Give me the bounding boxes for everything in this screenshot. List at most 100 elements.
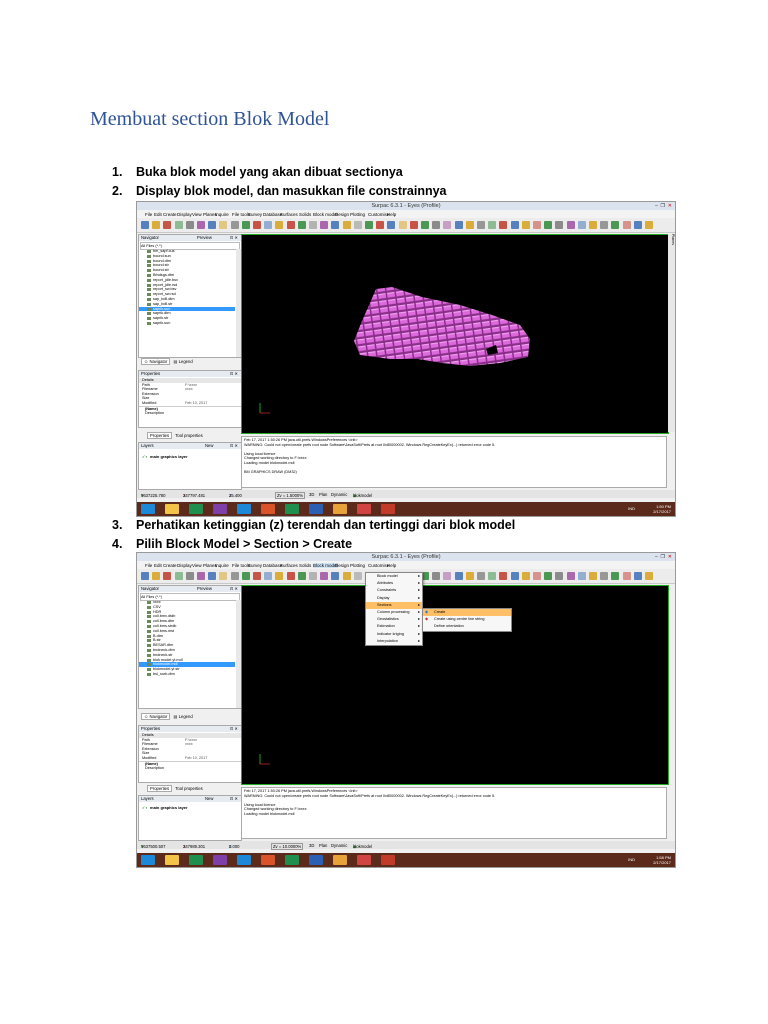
pointer-icon[interactable] [297,221,306,229]
powerpoint-icon[interactable] [261,504,275,514]
new-layer-button[interactable]: New [205,443,213,449]
menu-display[interactable]: Display [177,563,192,568]
layers-icon[interactable] [241,221,250,229]
zoom-scale[interactable]: Zv = 10.0000% [271,842,304,850]
new-file-icon[interactable] [633,221,642,229]
tab-properties[interactable]: Properties [147,785,173,792]
record-icon[interactable] [499,221,508,229]
open-icon[interactable] [152,221,161,229]
menu-surfaces[interactable]: Surfaces [280,563,298,568]
grid-icon[interactable] [555,572,564,580]
start-icon[interactable] [141,504,155,514]
word-icon[interactable] [309,504,323,514]
menu-survey[interactable]: Survey [248,563,262,568]
graphics-viewport[interactable] [241,234,669,434]
menu-solids[interactable]: Solids [299,212,311,217]
start-icon[interactable] [141,855,155,865]
planes-side-tab[interactable]: Planes [668,234,675,432]
menu-surfaces[interactable]: Surfaces [280,212,298,217]
menu-solids[interactable]: Solids [299,563,311,568]
layers-icon[interactable] [365,221,373,229]
grid-icon[interactable] [432,221,441,229]
snap-icon[interactable] [342,221,351,229]
new-file-icon[interactable] [387,221,396,229]
layers-icon[interactable] [488,221,497,229]
menu-view[interactable]: View [192,212,202,217]
view-mode[interactable]: 3D [309,492,314,497]
app-icon[interactable] [357,504,371,514]
measure-icon[interactable] [600,572,609,580]
layers-icon[interactable] [611,572,620,580]
draw-icon[interactable] [197,572,205,580]
open-icon[interactable] [398,221,407,229]
menu-create[interactable]: Create [163,212,177,217]
record-icon[interactable] [622,572,631,580]
layer-item[interactable]: ✓◐ main graphics layer [142,805,188,810]
menu-edit[interactable]: Edit [154,563,162,568]
new-file-icon[interactable] [510,572,519,580]
new-layer-button[interactable]: New [205,796,213,802]
tab-properties[interactable]: Properties [147,432,173,439]
menu-design[interactable]: Design [335,563,349,568]
grid-icon[interactable] [432,572,441,580]
outlook-icon[interactable] [237,504,251,514]
view-dynamic[interactable]: Dynamic [331,843,347,848]
menu-item-geostatistics[interactable]: Geostatistics ▸ [366,616,422,623]
tab-legend[interactable]: ▤ Legend [172,714,195,719]
view-dynamic[interactable]: Dynamic [331,492,347,497]
save-icon[interactable] [409,221,418,229]
tab-navigator[interactable]: ☺ Navigator [141,713,171,720]
snap-icon[interactable] [589,572,597,580]
menu-inquire[interactable]: Inquire [215,563,229,568]
menu-item-indicator-kriging[interactable]: Indicator kriging ▸ [366,631,422,638]
record-icon[interactable] [622,221,631,229]
draw-icon[interactable] [566,221,575,229]
menu-file[interactable]: File [145,212,152,217]
grid-icon[interactable] [555,221,564,229]
measure-icon[interactable] [477,572,485,580]
measure-icon[interactable] [230,221,239,229]
menu-item-display[interactable]: Display ▸ [366,595,422,602]
open-icon[interactable] [645,572,653,580]
menu-file[interactable]: File [145,563,152,568]
measure-icon[interactable] [353,221,362,229]
snap-icon[interactable] [465,572,474,580]
file-item[interactable]: bsl_sorb.dtm [139,672,235,677]
new-file-icon[interactable] [510,221,519,229]
menu-display[interactable]: Display [177,212,192,217]
surpac-icon[interactable] [381,855,395,865]
pointer-icon[interactable] [297,572,306,580]
surpac-icon[interactable] [381,504,395,514]
onenote-icon[interactable] [213,504,227,514]
window-controls[interactable]: – ❐ ✕ [655,203,672,209]
chrome-icon[interactable] [333,855,347,865]
pointer-icon[interactable] [544,572,553,580]
new-file-icon[interactable] [141,221,149,229]
new-file-icon[interactable] [264,221,273,229]
view-mode[interactable]: 3D [309,843,314,848]
excel-icon[interactable] [189,504,203,514]
new-file-icon[interactable] [633,572,642,580]
excel-icon[interactable] [285,504,299,514]
measure-icon[interactable] [600,221,609,229]
record-icon[interactable] [376,221,385,229]
open-icon[interactable] [645,221,653,229]
zoom-icon[interactable] [577,572,586,580]
zoom-icon[interactable] [208,572,217,580]
grid-icon[interactable] [185,221,194,229]
view-plan[interactable]: Plan [319,843,327,848]
save-icon[interactable] [163,572,172,580]
zoom-icon[interactable] [208,221,217,229]
tab-navigator[interactable]: ☺ Navigator [141,358,171,365]
zoom-icon[interactable] [454,572,463,580]
tab-tool-properties[interactable]: Tool properties [173,433,204,438]
menu-create[interactable]: Create [163,563,177,568]
zoom-icon[interactable] [577,221,586,229]
snap-icon[interactable] [589,221,597,229]
excel-icon[interactable] [189,855,203,865]
tab-tool-properties[interactable]: Tool properties [173,786,204,791]
save-icon[interactable] [163,221,172,229]
grid-icon[interactable] [185,572,194,580]
menu-block-model[interactable]: Block model [313,212,338,217]
pointer-icon[interactable] [174,572,183,580]
